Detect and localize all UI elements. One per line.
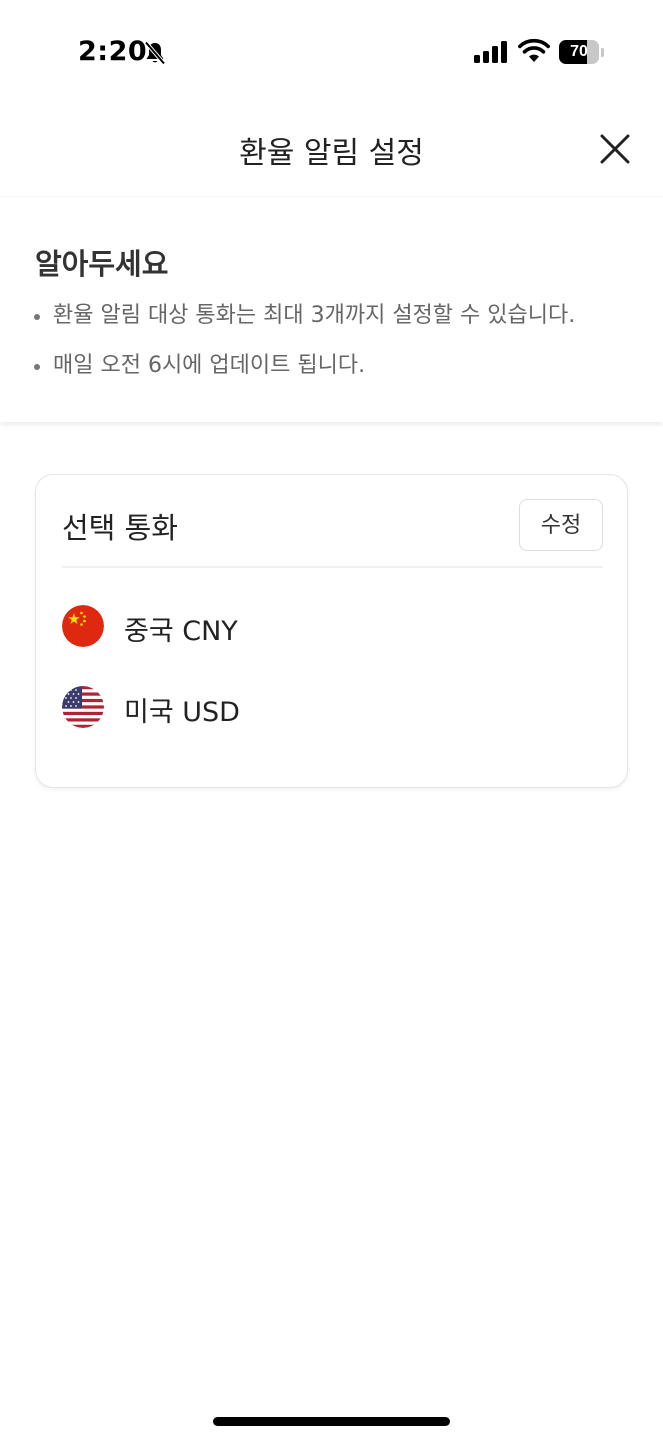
currency-label: 미국 USD — [124, 697, 240, 728]
notice-text: 환율 알림 대상 통화는 최대 3개까지 설정할 수 있습니다. — [53, 303, 576, 328]
cellular-signal-icon — [474, 41, 507, 63]
bell-slash-icon — [144, 41, 166, 65]
china-flag-icon — [62, 605, 104, 647]
us-flag-icon — [62, 686, 104, 728]
notice-item: 매일 오전 6시에 업데이트 됩니다. — [32, 351, 575, 401]
currency-item-cny: 중국 CNY — [62, 605, 462, 649]
bullet — [34, 314, 40, 320]
header: 환율 알림 설정 — [0, 100, 663, 196]
screen: 2:20 70 환율 알림 설정 알아두세요 환율 알림 대상 통화는 최대 3… — [0, 0, 663, 1440]
wifi-icon — [518, 38, 550, 62]
edit-button[interactable]: 수정 — [519, 499, 603, 551]
currency-item-usd: 미국 USD — [62, 686, 462, 730]
selected-currency-card: 선택 통화 수정 중국 CNY 미국 USD — [35, 474, 628, 788]
battery-icon: 70 — [559, 40, 599, 64]
close-icon[interactable] — [596, 130, 634, 168]
bullet — [34, 364, 40, 370]
notice-text: 매일 오전 6시에 업데이트 됩니다. — [53, 353, 366, 378]
card-title: 선택 통화 — [62, 511, 178, 545]
divider — [62, 566, 603, 568]
status-bar: 2:20 70 — [0, 0, 663, 100]
status-time: 2:20 — [78, 36, 148, 67]
notice-list: 환율 알림 대상 통화는 최대 3개까지 설정할 수 있습니다. 매일 오전 6… — [32, 301, 575, 401]
notice-panel: 알아두세요 환율 알림 대상 통화는 최대 3개까지 설정할 수 있습니다. 매… — [0, 196, 663, 422]
notice-title: 알아두세요 — [35, 247, 169, 281]
home-indicator[interactable] — [213, 1417, 450, 1426]
notice-item: 환율 알림 대상 통화는 최대 3개까지 설정할 수 있습니다. — [32, 301, 575, 351]
battery-level: 70 — [570, 43, 588, 60]
battery-cap — [601, 48, 604, 57]
currency-label: 중국 CNY — [124, 616, 238, 647]
page-title: 환율 알림 설정 — [239, 136, 424, 171]
